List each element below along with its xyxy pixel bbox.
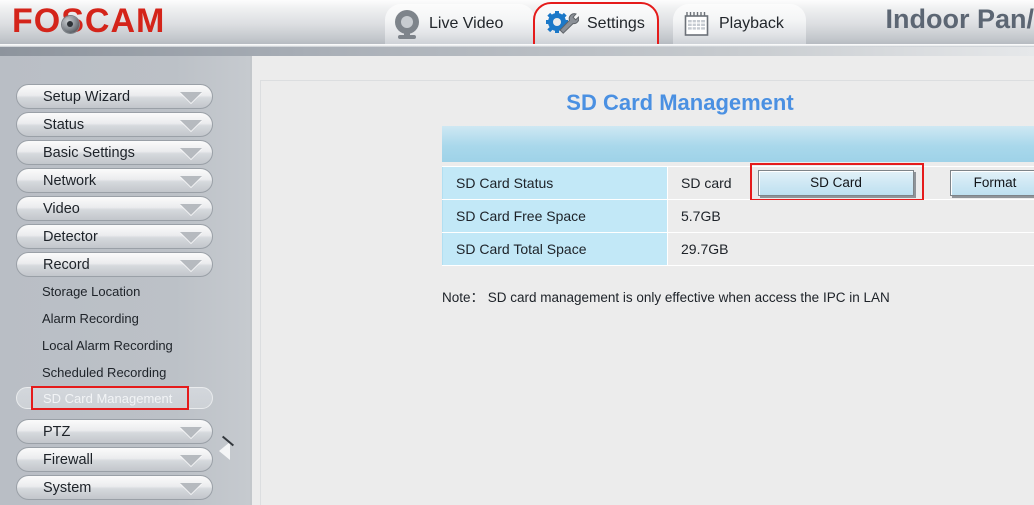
sidebar-item-label: Basic Settings [43,144,135,161]
header-gradient-bar [0,47,1034,56]
row-value-sd-card-total-space: 29.7GB [667,232,1034,266]
sidebar-item-network[interactable]: Network [16,168,213,193]
sidebar-item-label: System [43,479,92,496]
sidebar-item-record[interactable]: Record [16,252,213,277]
sidebar-item-detector[interactable]: Detector [16,224,213,249]
sidebar-subitem-alarm-recording[interactable]: Alarm Recording [16,307,213,329]
row-value-sd-card-free-space: 5.7GB [667,199,1034,233]
sidebar-subitem-label: Scheduled Recording [42,364,167,380]
sidebar-subitem-label: Local Alarm Recording [42,337,173,353]
row-label-sd-card-total-space: SD Card Total Space [442,232,668,266]
chevron-down-icon [180,120,202,131]
tab-playback[interactable]: Playback [673,4,806,44]
chevron-down-icon [180,260,202,271]
table-row: SD Card Total Space 29.7GB [442,232,1034,266]
tab-live-video-label: Live Video [429,15,504,32]
page-model-title: Indoor Pan/ [885,4,1034,34]
row-value-sd-card-status: SD card SD Card Management Format [667,163,1034,214]
sidebar-item-status[interactable]: Status [16,112,213,137]
sidebar-selection-highlight-box [31,386,189,410]
chevron-down-icon [180,204,202,215]
chevron-down-icon [180,483,202,494]
sidebar-item-basic-settings[interactable]: Basic Settings [16,140,213,165]
camera-lens-icon [62,16,79,33]
sd-card-management-button[interactable]: SD Card Management [758,170,914,214]
main-content: SD Card Management SD Card Status SD car… [250,56,1034,505]
format-button[interactable]: Format [950,170,1034,196]
sidebar-subitem-label: Storage Location [42,283,141,299]
calendar-icon [683,10,711,38]
sidebar: Setup Wizard Status Basic Settings Netwo… [0,56,250,505]
brand-text: FOSCAM [12,2,166,40]
sidebar-item-firewall[interactable]: Firewall [16,447,213,472]
tab-live-video[interactable]: Live Video [385,4,535,44]
chevron-down-icon [180,427,202,438]
chevron-down-icon [180,176,202,187]
tab-settings-label: Settings [587,15,645,32]
sidebar-subitem-storage-location[interactable]: Storage Location [16,280,213,302]
chevron-down-icon [180,232,202,243]
sidebar-item-video[interactable]: Video [16,196,213,221]
camera-icon [395,10,421,39]
table-header-bar [442,126,1034,162]
sidebar-item-label: Network [43,172,97,189]
sidebar-subitem-scheduled-recording[interactable]: Scheduled Recording [16,361,213,383]
page-title: SD Card Management [566,90,794,115]
sidebar-item-label: Firewall [43,451,93,468]
sidebar-item-label: Status [43,116,85,133]
foscam-camera-web-ui: FOSCAM Live Video Settings Playback Indo… [0,0,1034,505]
sd-card-status-value: SD card [681,175,732,191]
chevron-down-icon [180,148,202,159]
chevron-down-icon [180,455,202,466]
sidebar-item-label: Detector [43,228,98,245]
sidebar-item-label: Video [43,200,80,217]
gear-wrench-icon [545,11,580,37]
sidebar-item-label: PTZ [43,423,71,440]
collapse-left-arrow-icon[interactable] [219,442,230,460]
foscam-logo: FOSCAM [12,2,165,41]
table-row: SD Card Status SD card SD Card Managemen… [442,163,1034,214]
chevron-down-icon [180,92,202,103]
sidebar-item-label: Setup Wizard [43,88,131,105]
sidebar-subitem-label: Alarm Recording [42,310,139,326]
app-header: FOSCAM Live Video Settings Playback Indo… [0,0,1034,44]
sidebar-item-ptz[interactable]: PTZ [16,419,213,444]
tab-playback-label: Playback [719,15,784,32]
note-text: Note： SD card management is only effecti… [442,290,890,305]
sidebar-subitem-local-alarm-recording[interactable]: Local Alarm Recording [16,334,213,356]
sidebar-item-system[interactable]: System [16,475,213,500]
row-label-sd-card-status: SD Card Status [442,166,668,200]
row-label-sd-card-free-space: SD Card Free Space [442,199,668,233]
sd-card-info-table: SD Card Status SD card SD Card Managemen… [442,163,1034,266]
sidebar-item-setup-wizard[interactable]: Setup Wizard [16,84,213,109]
sidebar-item-label: Record [43,256,90,273]
table-row: SD Card Free Space 5.7GB [442,199,1034,233]
tab-settings[interactable]: Settings [533,2,659,44]
